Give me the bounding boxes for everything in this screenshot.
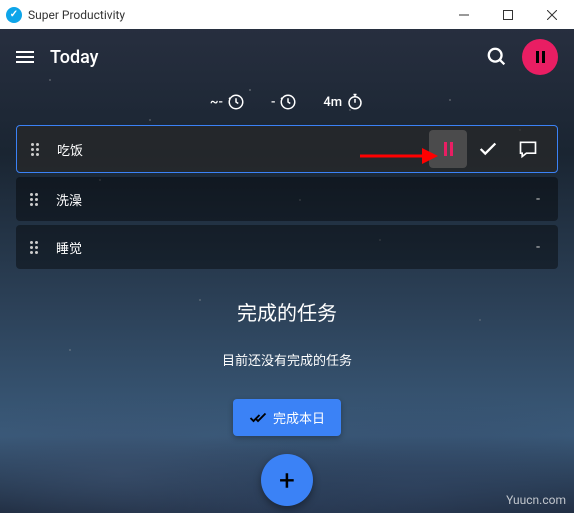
watermark: Yuucn.com: [506, 493, 566, 507]
task-list: 吃饭 洗澡 - 睡觉 -: [0, 125, 574, 269]
search-button[interactable]: [486, 46, 508, 68]
stopwatch-icon: [346, 93, 364, 111]
clock-back-icon: [227, 93, 245, 111]
app-icon: [6, 7, 22, 23]
double-check-icon: [249, 409, 267, 427]
add-task-button[interactable]: +: [261, 454, 313, 506]
task-notes-button[interactable]: [509, 130, 547, 168]
task-time-placeholder: -: [536, 191, 548, 207]
task-complete-button[interactable]: [469, 130, 507, 168]
task-actions: [429, 130, 547, 168]
menu-button[interactable]: [16, 51, 34, 63]
task-time-placeholder: -: [536, 239, 548, 255]
plus-icon: +: [279, 464, 295, 497]
completed-section: 完成的任务 目前还没有完成的任务 完成本日 +: [0, 297, 574, 506]
complete-day-label: 完成本日: [273, 408, 325, 427]
global-pause-button[interactable]: [522, 39, 558, 75]
clock-back-icon: [279, 93, 297, 111]
window-title: Super Productivity: [28, 8, 125, 22]
timer-remaining[interactable]: -: [271, 93, 297, 111]
window-titlebar: Super Productivity: [0, 0, 574, 29]
complete-day-button[interactable]: 完成本日: [233, 399, 341, 436]
tilde-label: ~-: [210, 95, 223, 110]
close-button[interactable]: [530, 0, 574, 29]
minimize-button[interactable]: [442, 0, 486, 29]
drag-handle-icon[interactable]: [31, 143, 39, 156]
pause-icon: [536, 51, 545, 63]
maximize-button[interactable]: [486, 0, 530, 29]
task-pause-button[interactable]: [429, 130, 467, 168]
completed-title: 完成的任务: [0, 297, 574, 326]
task-name: 吃饭: [57, 140, 83, 159]
timer-stopwatch[interactable]: 4m: [323, 93, 364, 111]
comment-icon: [518, 139, 538, 159]
minus-label: -: [271, 95, 275, 110]
task-name: 洗澡: [56, 190, 82, 209]
completed-empty-message: 目前还没有完成的任务: [0, 350, 574, 369]
stopwatch-value: 4m: [323, 95, 342, 110]
task-row[interactable]: 吃饭: [16, 125, 558, 173]
app-header: Today: [0, 29, 574, 85]
timer-row: ~- - 4m: [0, 93, 574, 111]
task-name: 睡觉: [56, 238, 82, 257]
drag-handle-icon[interactable]: [30, 241, 38, 254]
pause-icon: [444, 142, 453, 156]
window-controls: [442, 0, 574, 29]
page-title: Today: [50, 47, 99, 68]
task-row[interactable]: 睡觉 -: [16, 225, 558, 269]
timer-estimate[interactable]: ~-: [210, 93, 245, 111]
drag-handle-icon[interactable]: [30, 193, 38, 206]
check-icon: [477, 138, 499, 160]
task-row[interactable]: 洗澡 -: [16, 177, 558, 221]
